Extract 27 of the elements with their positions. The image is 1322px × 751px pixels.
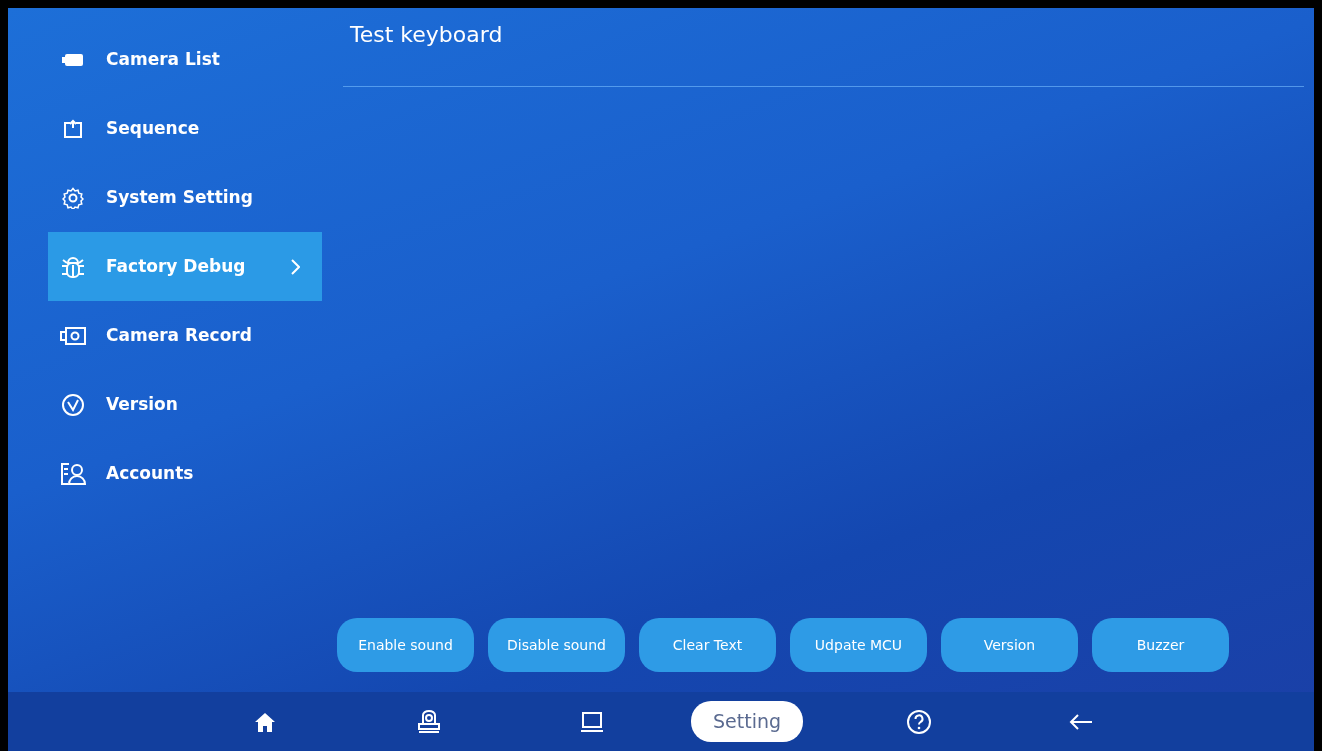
action-button[interactable]: Version bbox=[941, 618, 1078, 672]
home-icon[interactable] bbox=[254, 711, 276, 732]
chevron-right-icon bbox=[291, 258, 300, 275]
action-button[interactable]: Enable sound bbox=[337, 618, 474, 672]
camera-icon bbox=[62, 52, 84, 67]
action-button[interactable]: Udpate MCU bbox=[790, 618, 927, 672]
tab-button[interactable]: Setting bbox=[691, 701, 804, 742]
action-button[interactable]: Buzzer bbox=[1092, 618, 1229, 672]
sidebar-item[interactable]: Sequence bbox=[48, 94, 322, 163]
sidebar-item[interactable]: Camera List bbox=[48, 25, 322, 94]
camera-icon[interactable] bbox=[417, 709, 441, 734]
frame-icon bbox=[62, 118, 84, 139]
sidebar-item[interactable]: Factory Debug bbox=[48, 232, 322, 301]
monitor-icon[interactable] bbox=[580, 710, 604, 733]
page-title: Test keyboard bbox=[343, 8, 1304, 87]
action-button[interactable]: Clear Text bbox=[639, 618, 776, 672]
help-icon[interactable] bbox=[906, 708, 932, 735]
action-button[interactable]: Disable sound bbox=[488, 618, 625, 672]
sidebar-item[interactable]: Accounts bbox=[48, 439, 322, 508]
sidebar-item[interactable]: System Setting bbox=[48, 163, 322, 232]
settings-icon bbox=[62, 186, 84, 209]
sidebar-item[interactable]: Camera Record bbox=[48, 301, 322, 370]
back-icon[interactable] bbox=[1069, 712, 1093, 731]
camera-icon bbox=[60, 326, 86, 345]
sidebar-item[interactable]: Version bbox=[48, 370, 322, 439]
check-circle-icon bbox=[61, 392, 85, 417]
user-icon bbox=[60, 462, 86, 485]
